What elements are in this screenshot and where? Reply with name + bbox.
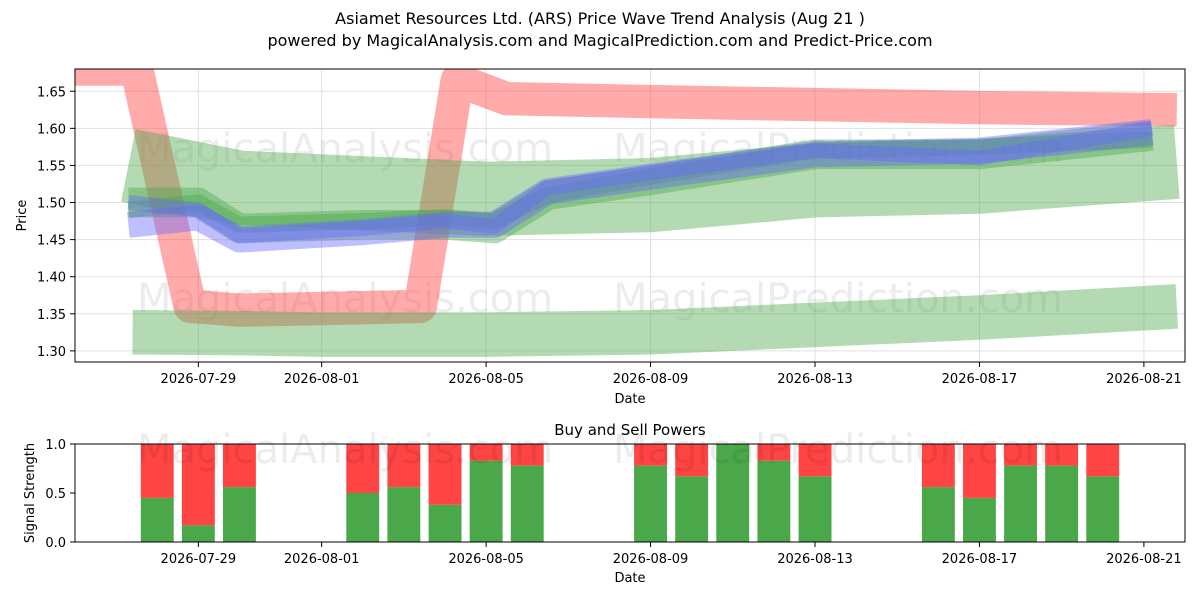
buy-bar-4 [387, 487, 421, 542]
price-y-tick-label-5: 1.55 [37, 159, 66, 174]
price-y-tick-label-7: 1.65 [37, 85, 66, 100]
price-x-tick-label-6: 2026-08-21 [1106, 372, 1182, 387]
chart-canvas: 2026-07-29 2026-08-01 2026-08-05 2026-08-09… [15, 68, 1186, 586]
signal-x-tick-label-3: 2026-08-09 [613, 552, 689, 567]
buy-bar-15 [1004, 465, 1037, 542]
price-y-axis-label: Price [15, 200, 30, 232]
price-x-tick-label-4: 2026-08-13 [777, 372, 853, 387]
buy-bar-8 [634, 465, 667, 542]
buy-bar-5 [428, 504, 462, 542]
signal-y-tick-label-2: 1.0 [45, 438, 66, 453]
price-y-tick-label-4: 1.50 [37, 197, 66, 212]
price-x-tick-label-3: 2026-08-09 [613, 372, 689, 387]
price-y-tick-label-0: 1.30 [37, 345, 66, 360]
buy-bar-0 [140, 497, 174, 542]
buy-bar-14 [963, 497, 996, 542]
signal-x-tick-label-4: 2026-08-13 [777, 552, 853, 567]
signal-x-tick-label-2: 2026-08-05 [448, 552, 524, 567]
buy-bar-2 [223, 487, 256, 542]
buy-bar-3 [346, 493, 380, 542]
signal-y-tick-label-1: 0.5 [45, 487, 66, 502]
buy-bar-12 [798, 476, 832, 542]
price-x-tick-label-2: 2026-08-05 [448, 372, 524, 387]
signal-x-tick-label-0: 2026-07-29 [161, 552, 237, 567]
price-x-axis-label: Date [614, 392, 645, 407]
signal-x-tick-label-6: 2026-08-21 [1106, 552, 1182, 567]
price-x-tick-label-0: 2026-07-29 [161, 372, 237, 387]
buy-bar-17 [1086, 476, 1120, 542]
buy-bar-13 [921, 487, 955, 542]
price-y-tick-label-2: 1.40 [37, 271, 66, 286]
buy-bar-7 [510, 465, 544, 542]
price-y-tick-label-1: 1.35 [37, 308, 66, 323]
price-x-tick-label-1: 2026-08-01 [284, 372, 360, 387]
sell-bar-17 [1086, 444, 1120, 477]
watermark-analysis-bottom: MagicalAnalysis.com [137, 427, 553, 473]
price-y-tick-label-3: 1.45 [37, 234, 66, 249]
signal-y-tick-label-0: 0.0 [45, 536, 66, 551]
buy-bar-1 [181, 525, 215, 542]
signal-x-tick-label-5: 2026-08-17 [942, 552, 1018, 567]
price-x-tick-label-5: 2026-08-17 [942, 372, 1018, 387]
signal-x-axis-label: Date [614, 571, 645, 586]
signal-x-tick-label-1: 2026-08-01 [284, 552, 360, 567]
buy-bar-16 [1045, 465, 1079, 542]
price-y-tick-label-6: 1.60 [37, 122, 66, 137]
signal-y-axis-label: Signal Strength [23, 443, 38, 543]
buy-bar-9 [675, 476, 709, 542]
watermark-prediction-bottom: MagicalPrediction.com [613, 427, 1063, 473]
